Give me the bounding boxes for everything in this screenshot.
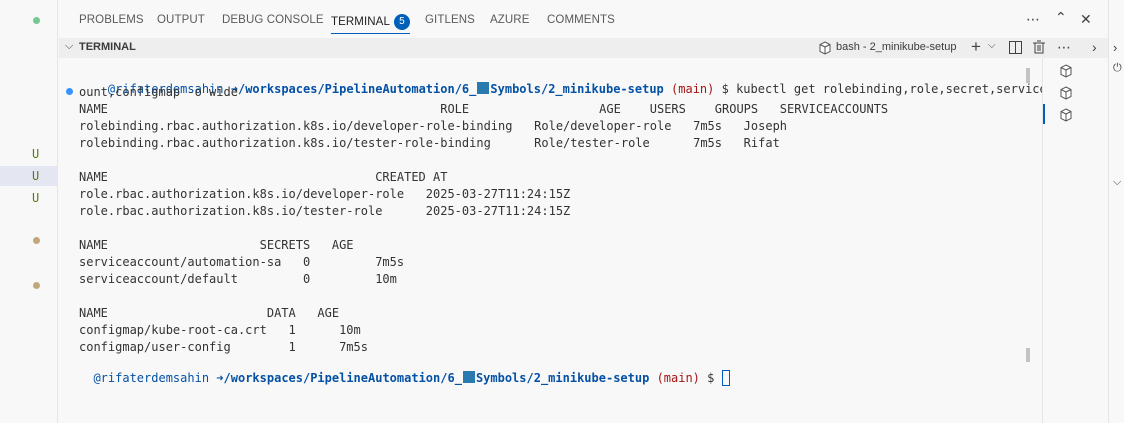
folder-emoji-icon — [477, 82, 490, 94]
prompt-path-end: Symbols/2_minikube-setup — [475, 371, 650, 385]
terminal-instance-icon[interactable] — [1059, 108, 1073, 122]
tab-debug-console[interactable]: DEBUG CONSOLE — [222, 14, 324, 26]
prompt-line: @rifaterdemsahin ➜/workspaces/PipelineAu… — [79, 356, 730, 386]
prompt-branch: (main) — [656, 371, 700, 385]
terminal-tab-list — [1042, 58, 1108, 423]
close-icon[interactable]: ✕ — [1080, 11, 1092, 28]
command-text: kubectl get rolebinding,role,secret,serv… — [736, 82, 1069, 96]
output-line: serviceaccount/default 0 10m — [79, 272, 397, 286]
gutter-highlight — [0, 166, 58, 186]
right-edge-strip: › ⏻ ⌵ — [1108, 0, 1124, 423]
terminal-cursor[interactable] — [721, 370, 730, 386]
plus-icon[interactable]: + — [971, 37, 981, 57]
split-icon[interactable] — [1009, 41, 1022, 54]
prompt-branch: (main) — [671, 82, 715, 96]
prompt-dollar: $ — [707, 371, 715, 385]
untracked-marker: U — [32, 147, 40, 161]
tab-comments[interactable]: COMMENTS — [547, 14, 615, 26]
terminal-section-title: TERMINAL — [79, 41, 136, 53]
output-line: NAME ROLE AGE USERS GROUPS SERVICEACCOUN… — [79, 102, 889, 116]
tab-terminal-label: TERMINAL — [331, 16, 390, 28]
output-line: configmap/kube-root-ca.crt 1 10m — [79, 323, 361, 337]
terminal-instance-icon[interactable] — [1059, 86, 1073, 100]
more-icon[interactable]: ⋯ — [1026, 11, 1040, 28]
untracked-marker: U — [32, 169, 40, 183]
chevron-down-icon[interactable]: ⌵ — [1113, 176, 1121, 189]
chevron-right-icon[interactable]: › — [1113, 40, 1117, 55]
modified-dot-icon — [33, 282, 40, 289]
panel-tab-bar: PROBLEMS OUTPUT DEBUG CONSOLE TERMINAL 5 … — [59, 0, 1108, 38]
terminal-scrollbar-marker[interactable] — [1026, 348, 1030, 362]
output-line: role.rbac.authorization.k8s.io/developer… — [79, 187, 571, 201]
active-terminal-indicator — [1043, 104, 1045, 124]
folder-emoji-icon — [462, 371, 475, 383]
output-line: NAME CREATED AT — [79, 170, 448, 184]
command-wrap-line: ount,configmap -o wide — [79, 85, 238, 99]
output-line: serviceaccount/automation-sa 0 7m5s — [79, 255, 405, 269]
status-dot-icon — [33, 17, 40, 24]
more-icon[interactable]: ⋯ — [1057, 39, 1071, 56]
tab-problems[interactable]: PROBLEMS — [79, 14, 144, 26]
tab-output[interactable]: OUTPUT — [157, 14, 205, 26]
terminal-instance-icon[interactable] — [1059, 64, 1073, 78]
output-line: configmap/user-config 1 7m5s — [79, 340, 368, 354]
tab-azure[interactable]: AZURE — [490, 14, 529, 26]
tab-terminal[interactable]: TERMINAL 5 — [331, 14, 410, 34]
chevron-down-icon[interactable]: ⌵ — [65, 40, 73, 53]
output-line: NAME DATA AGE — [79, 306, 340, 320]
terminal-shell-icon — [819, 41, 831, 55]
chevron-right-icon[interactable]: › — [1092, 39, 1097, 55]
dropdown-icon[interactable]: ⌵ — [988, 40, 996, 51]
terminal-section-header[interactable]: ⌵ TERMINAL bash - 2_minikube-setup + ⌵ ⋯… — [59, 37, 1108, 58]
output-line: NAME SECRETS AGE — [79, 238, 354, 252]
trash-icon[interactable] — [1033, 40, 1045, 54]
command-decoration-icon[interactable] — [66, 88, 73, 95]
untracked-marker: U — [32, 191, 40, 205]
modified-dot-icon — [33, 237, 40, 244]
plug-icon[interactable]: ⏻ — [1113, 62, 1122, 75]
terminal-scrollbar-thumb[interactable] — [1026, 68, 1030, 83]
output-line: rolebinding.rbac.authorization.k8s.io/te… — [79, 136, 780, 150]
maximize-icon[interactable]: ⌃ — [1055, 9, 1067, 26]
prompt-arrow: ➜ — [216, 371, 224, 385]
output-line: rolebinding.rbac.authorization.k8s.io/de… — [79, 119, 788, 133]
output-line: role.rbac.authorization.k8s.io/tester-ro… — [79, 204, 571, 218]
terminal-shell-label[interactable]: bash - 2_minikube-setup — [836, 41, 956, 53]
tab-gitlens[interactable]: GITLENS — [425, 14, 475, 26]
prompt-dollar: $ — [721, 82, 729, 96]
prompt-path-start: /workspaces/PipelineAutomation/6_ — [223, 371, 462, 385]
prompt-user: @rifaterdemsahin — [93, 371, 210, 385]
prompt-path-start: /workspaces/PipelineAutomation/6_ — [237, 82, 477, 96]
prompt-path-end: Symbols/2_minikube-setup — [490, 82, 664, 96]
editor-gutter: U U U — [0, 0, 58, 423]
terminal-count-badge: 5 — [393, 14, 410, 30]
